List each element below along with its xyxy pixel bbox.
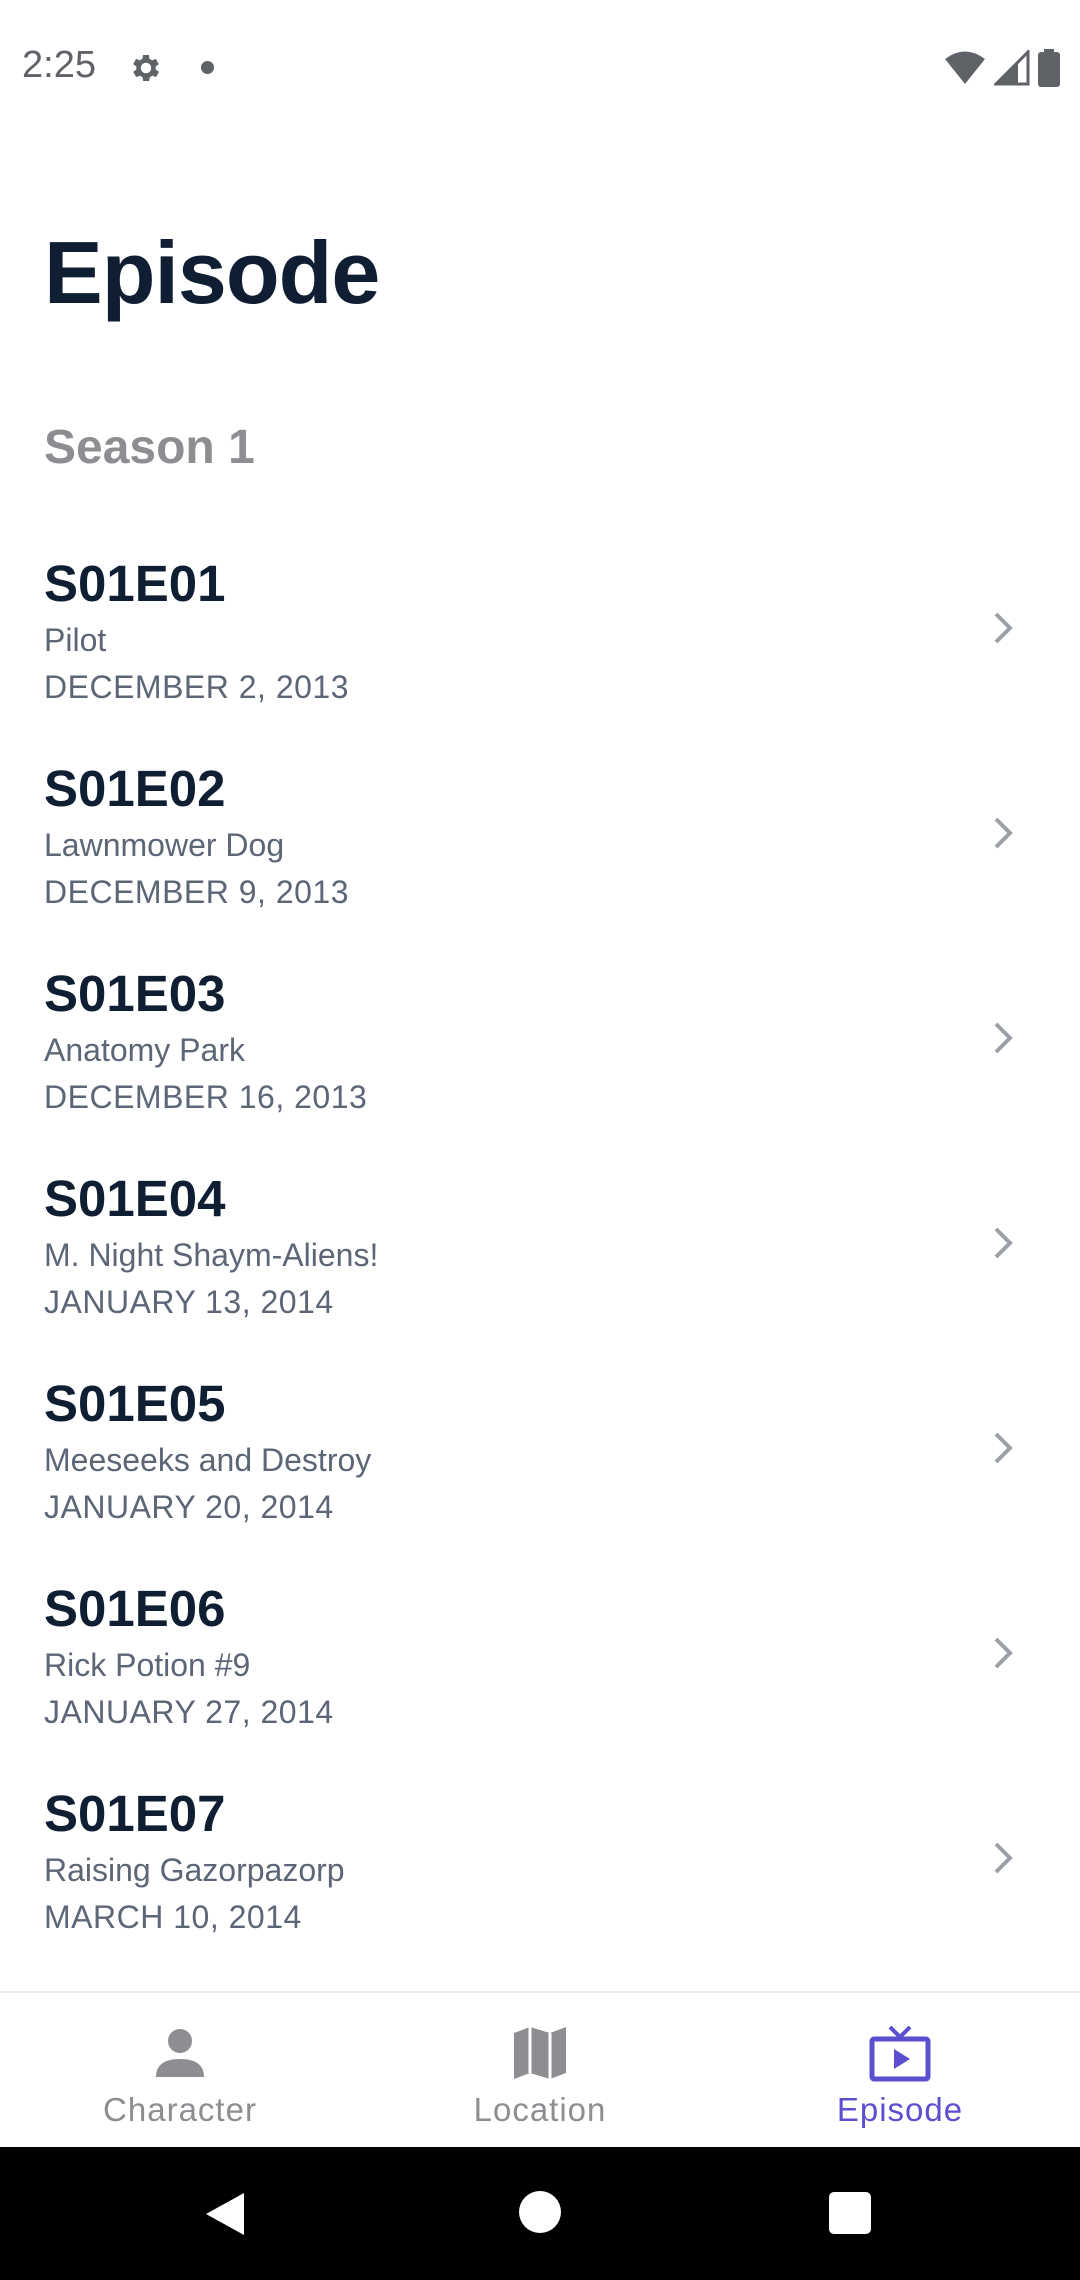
- nav-label-episode: Episode: [836, 2091, 964, 2128]
- episode-code: S01E06: [44, 1580, 226, 1637]
- gear-icon: [133, 54, 160, 82]
- episode-name: Raising Gazorpazorp: [44, 1852, 345, 1888]
- episode-code: S01E03: [44, 965, 226, 1022]
- episode-list-item[interactable]: S01E02 Lawnmower Dog DECEMBER 9, 2013: [0, 735, 1080, 940]
- episode-list-item[interactable]: S01E03 Anatomy Park DECEMBER 16, 2013: [0, 940, 1080, 1145]
- chevron-right-icon: [994, 1022, 1013, 1054]
- episode-name: Lawnmower Dog: [44, 827, 285, 863]
- tv-icon: [869, 2025, 931, 2082]
- episode-code: S01E02: [44, 760, 226, 817]
- episode-name: M. Night Shaym-Aliens!: [44, 1237, 379, 1273]
- episode-list-item[interactable]: S01E01 Pilot DECEMBER 2, 2013: [0, 530, 1080, 735]
- chevron-right-icon: [994, 817, 1013, 849]
- person-icon: [156, 2029, 204, 2077]
- chevron-right-icon: [994, 1227, 1013, 1259]
- bottom-navigation: Character Location Episode: [0, 1991, 1080, 2147]
- map-icon: [514, 2027, 566, 2079]
- nav-label-location: Location: [473, 2091, 607, 2128]
- status-time: 2:25: [22, 44, 96, 86]
- episode-air-date: JANUARY 20, 2014: [44, 1489, 334, 1525]
- system-navigation-bar: [0, 2147, 1080, 2280]
- chevron-right-icon: [994, 612, 1013, 644]
- notification-dot-icon: [201, 61, 214, 74]
- episode-code: S01E04: [44, 1170, 226, 1227]
- episode-list-item[interactable]: S01E05 Meeseeks and Destroy JANUARY 20, …: [0, 1350, 1080, 1555]
- season-header: Season 1: [44, 421, 255, 474]
- home-icon[interactable]: [519, 2191, 561, 2233]
- chevron-right-icon: [994, 1842, 1013, 1874]
- status-icons: [944, 48, 1060, 88]
- nav-item-location[interactable]: Location: [360, 1993, 720, 2147]
- episode-name: Anatomy Park: [44, 1032, 245, 1068]
- nav-item-character[interactable]: Character: [0, 1993, 360, 2147]
- episode-air-date: MARCH 10, 2014: [44, 1899, 302, 1935]
- episode-air-date: JANUARY 27, 2014: [44, 1694, 334, 1730]
- signal-icon: [994, 50, 1030, 86]
- episode-code: S01E01: [44, 555, 226, 612]
- episode-air-date: DECEMBER 16, 2013: [44, 1079, 368, 1115]
- episode-name: Meeseeks and Destroy: [44, 1442, 372, 1478]
- episode-list-item[interactable]: S01E06 Rick Potion #9 JANUARY 27, 2014: [0, 1555, 1080, 1760]
- nav-label-character: Character: [103, 2091, 257, 2128]
- back-icon[interactable]: [200, 2189, 250, 2239]
- recents-icon[interactable]: [829, 2192, 871, 2234]
- page-title: Episode: [44, 223, 380, 322]
- episode-name: Pilot: [44, 622, 107, 658]
- episode-name: Rick Potion #9: [44, 1647, 251, 1683]
- episode-air-date: JANUARY 13, 2014: [44, 1284, 334, 1320]
- nav-item-episode[interactable]: Episode: [720, 1993, 1080, 2147]
- episode-air-date: DECEMBER 2, 2013: [44, 669, 350, 705]
- episode-air-date: DECEMBER 9, 2013: [44, 874, 350, 910]
- episode-code: S01E07: [44, 1785, 226, 1842]
- wifi-icon: [945, 51, 985, 84]
- episode-list: S01E01 Pilot DECEMBER 2, 2013 S01E02 Law…: [0, 530, 1080, 1965]
- chevron-right-icon: [994, 1432, 1013, 1464]
- chevron-right-icon: [994, 1637, 1013, 1669]
- status-bar: 2:25: [0, 0, 1080, 135]
- battery-icon: [1038, 49, 1060, 87]
- episode-code: S01E05: [44, 1375, 226, 1432]
- episode-list-item[interactable]: S01E04 M. Night Shaym-Aliens! JANUARY 13…: [0, 1145, 1080, 1350]
- episode-list-item[interactable]: S01E07 Raising Gazorpazorp MARCH 10, 201…: [0, 1760, 1080, 1965]
